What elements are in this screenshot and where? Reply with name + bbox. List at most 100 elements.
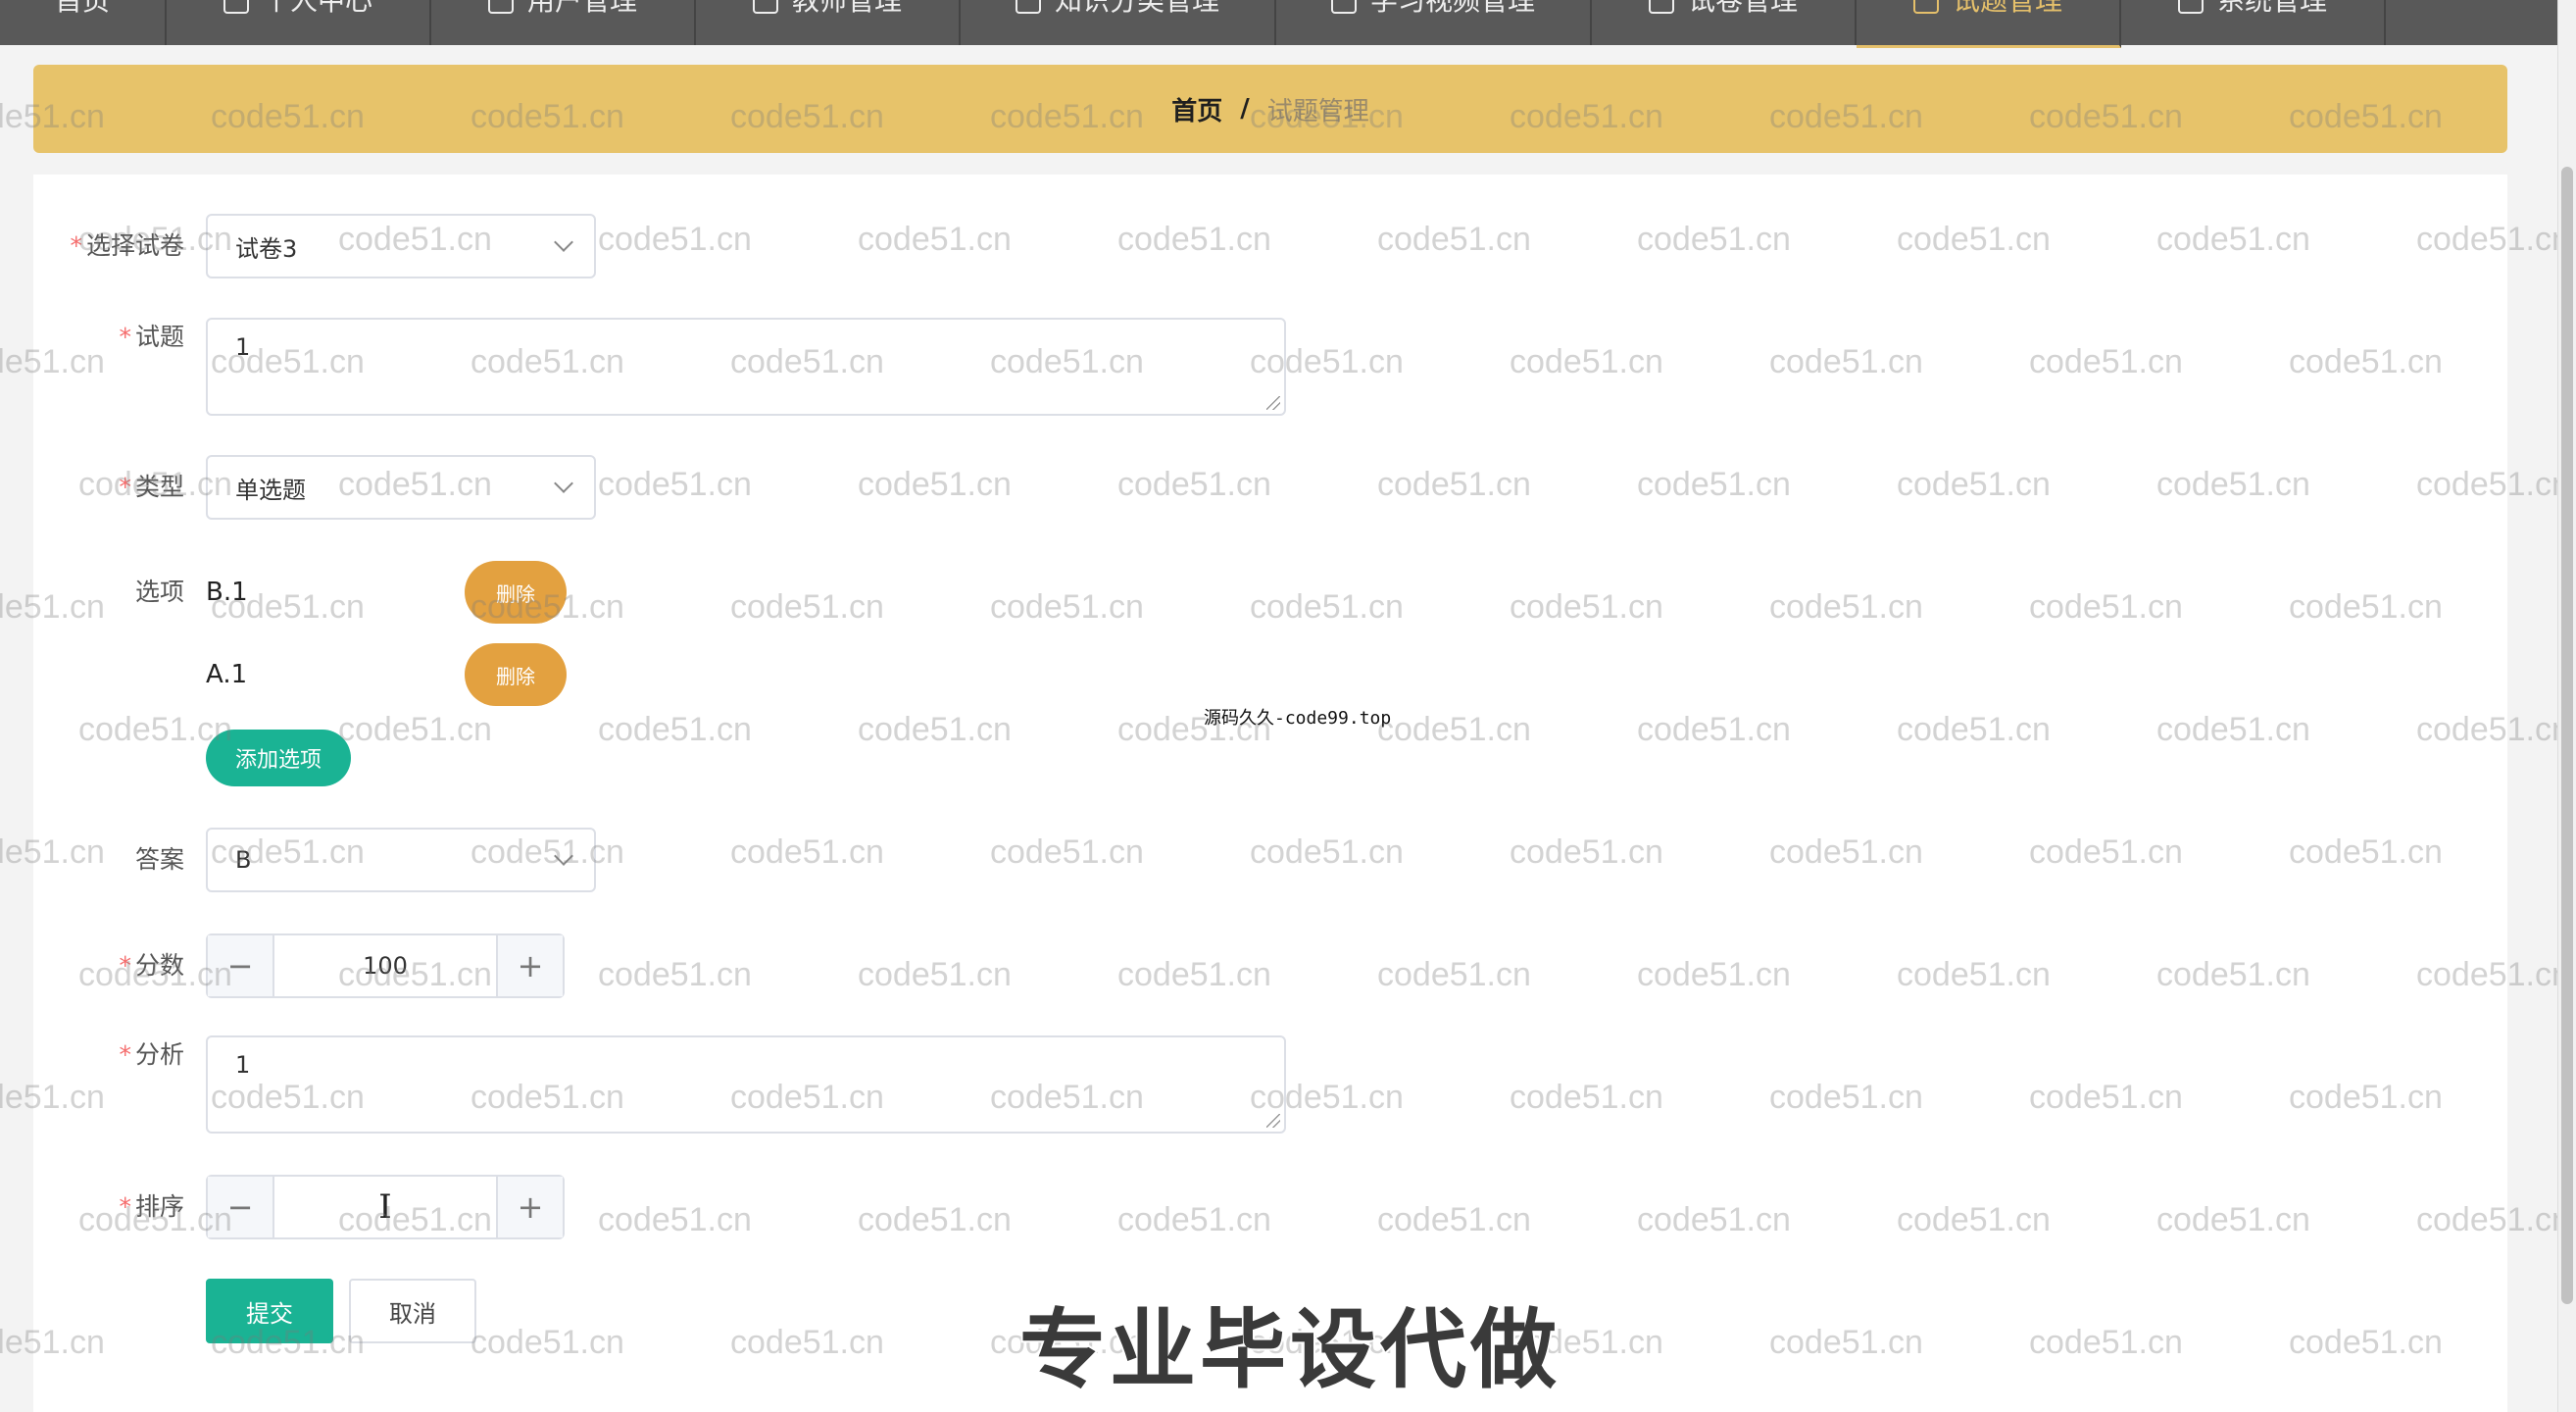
- chevron-down-icon: [554, 474, 573, 493]
- analysis-textarea[interactable]: 1: [206, 1035, 1286, 1134]
- settings-icon: [2177, 0, 2204, 14]
- user-icon: [223, 0, 249, 14]
- question-value: 1: [235, 333, 251, 361]
- nav-item-label: 用户管理: [526, 0, 637, 17]
- question-form: * 选择试卷 试卷3 * 试题 1 * 类型 单选题 选项 B.1 删除 A.1…: [33, 175, 2507, 1412]
- form-actions: 提交 取消: [206, 1279, 476, 1343]
- nav-item-label: 个人中心: [262, 0, 372, 17]
- paper-label-text: 选择试卷: [85, 231, 184, 260]
- nav-item-home[interactable]: 首页: [0, 0, 167, 45]
- answer-select-value: B: [235, 846, 252, 874]
- form-row-paper: * 选择试卷 试卷3: [33, 214, 596, 278]
- page-scrollbar[interactable]: [2557, 0, 2576, 1412]
- video-icon: [1330, 0, 1357, 14]
- nav-item-videos[interactable]: 学习视频管理: [1276, 0, 1592, 45]
- nav-item-system[interactable]: 系统管理: [2121, 0, 2386, 45]
- paper-label: * 选择试卷: [33, 214, 206, 278]
- required-mark: *: [119, 1040, 131, 1069]
- chevron-down-icon: [554, 232, 573, 252]
- center-note: 源码久久-code99.top: [1204, 708, 1392, 729]
- breadcrumb-home[interactable]: 首页: [1171, 91, 1222, 127]
- nav-item-label: 试卷管理: [1687, 0, 1798, 17]
- type-select[interactable]: 单选题: [206, 455, 596, 520]
- form-row-sort: * 排序 − I +: [33, 1175, 565, 1239]
- answer-select[interactable]: B: [206, 828, 596, 892]
- teacher-icon: [752, 0, 778, 14]
- chevron-down-icon: [554, 846, 573, 866]
- sort-input[interactable]: I: [274, 1177, 496, 1237]
- sort-label: * 排序: [33, 1175, 206, 1239]
- resize-handle-icon[interactable]: [1266, 396, 1280, 410]
- resize-handle-icon[interactable]: [1266, 1114, 1280, 1128]
- options-label: 选项: [134, 578, 184, 606]
- type-label: * 类型: [33, 455, 206, 520]
- required-mark: *: [70, 231, 82, 260]
- overlay-caption: 专业毕设代做: [1017, 1297, 1561, 1402]
- required-mark: *: [119, 323, 131, 351]
- add-option-button[interactable]: 添加选项: [206, 730, 352, 786]
- delete-option-button[interactable]: 删除: [465, 643, 567, 706]
- form-row-type: * 类型 单选题: [33, 455, 596, 520]
- paper-select[interactable]: 试卷3: [206, 214, 596, 278]
- nav-item-knowledge[interactable]: 知识分类管理: [961, 0, 1276, 45]
- question-textarea[interactable]: 1: [206, 318, 1286, 416]
- text-cursor-icon: I: [378, 1187, 392, 1227]
- analysis-label-text: 分析: [134, 1040, 184, 1069]
- nav-item-label: 试题管理: [1952, 0, 2062, 17]
- required-mark: *: [119, 951, 131, 980]
- analysis-value: 1: [235, 1051, 251, 1079]
- score-increment-button[interactable]: +: [496, 935, 563, 996]
- nav-item-teachers[interactable]: 教师管理: [696, 0, 961, 45]
- score-label-text: 分数: [134, 951, 184, 980]
- breadcrumb-separator: /: [1240, 94, 1250, 124]
- breadcrumb-current: 试题管理: [1266, 96, 1369, 126]
- nav-item-users[interactable]: 用户管理: [431, 0, 696, 45]
- form-row-question: * 试题 1: [33, 318, 1286, 416]
- sort-label-text: 排序: [134, 1192, 184, 1221]
- breadcrumb: 首页 / 试题管理: [33, 65, 2507, 153]
- users-icon: [487, 0, 514, 14]
- nav-item-label: 首页: [54, 0, 110, 17]
- form-row-analysis: * 分析 1: [33, 1035, 1286, 1134]
- nav-item-questions[interactable]: 试题管理: [1857, 0, 2121, 48]
- sort-decrement-button[interactable]: −: [208, 1177, 274, 1237]
- nav-item-papers[interactable]: 试卷管理: [1592, 0, 1857, 45]
- option-item: A.1 删除: [206, 643, 567, 706]
- paper-select-value: 试卷3: [235, 234, 298, 263]
- sort-increment-button[interactable]: +: [496, 1177, 563, 1237]
- add-option-wrap: 添加选项: [206, 730, 567, 786]
- top-nav: 首页 个人中心 用户管理 教师管理 知识分类管理 学习视频管理 试卷管理 试题管…: [0, 0, 2558, 48]
- question-icon: [1912, 0, 1939, 14]
- question-label: * 试题: [33, 318, 206, 357]
- sort-stepper[interactable]: − I +: [206, 1175, 565, 1239]
- score-stepper[interactable]: − 100 +: [206, 933, 565, 998]
- scrollbar-thumb[interactable]: [2561, 167, 2573, 1304]
- option-text: A.1: [206, 660, 248, 689]
- score-decrement-button[interactable]: −: [208, 935, 274, 996]
- page: 首页 个人中心 用户管理 教师管理 知识分类管理 学习视频管理 试卷管理 试题管…: [0, 0, 2576, 1412]
- delete-option-button[interactable]: 删除: [465, 561, 567, 624]
- nav-item-profile[interactable]: 个人中心: [167, 0, 431, 45]
- form-row-answer: 答案 B: [33, 828, 596, 892]
- analysis-label: * 分析: [33, 1035, 206, 1075]
- required-mark: *: [119, 1192, 131, 1221]
- score-input[interactable]: 100: [274, 935, 496, 996]
- required-mark: *: [119, 473, 131, 501]
- options-list: B.1 删除 A.1 删除 添加选项: [206, 561, 567, 786]
- score-label: * 分数: [33, 933, 206, 998]
- option-item: B.1 删除: [206, 561, 567, 624]
- nav-item-label: 学习视频管理: [1369, 0, 1535, 17]
- category-icon: [1015, 0, 1041, 14]
- option-text: B.1: [206, 578, 248, 607]
- nav-item-label: 知识分类管理: [1054, 0, 1219, 17]
- type-label-text: 类型: [134, 473, 184, 501]
- answer-label: 答案: [134, 845, 184, 874]
- type-select-value: 单选题: [235, 476, 306, 504]
- form-row-score: * 分数 − 100 +: [33, 933, 565, 998]
- form-row-options: 选项 B.1 删除 A.1 删除 添加选项: [33, 561, 567, 786]
- nav-item-label: 教师管理: [791, 0, 902, 17]
- submit-button[interactable]: 提交: [206, 1279, 333, 1343]
- nav-item-label: 系统管理: [2216, 0, 2327, 17]
- cancel-button[interactable]: 取消: [349, 1279, 476, 1343]
- question-label-text: 试题: [134, 323, 184, 351]
